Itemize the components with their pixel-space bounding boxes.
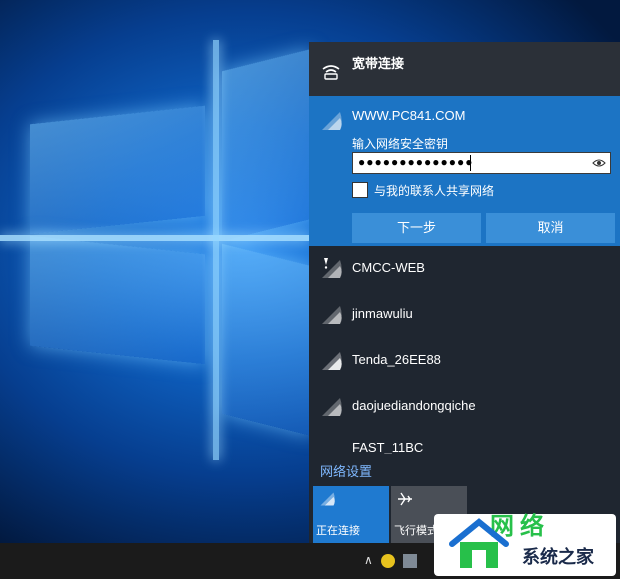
tile-label: 正在连接 xyxy=(316,525,360,537)
network-item-fast[interactable]: FAST_11BC xyxy=(309,430,620,454)
network-flyout: 宽带连接 WWW.PC841.COM 输入网络安全密钥 ●●●●●●●●●●●●… xyxy=(309,42,620,543)
logo-beam-vertical xyxy=(213,40,219,460)
share-label: 与我的联系人共享网络 xyxy=(374,184,495,198)
network-item-cmcc[interactable]: CMCC-WEB xyxy=(309,246,620,292)
logo-beam-horizontal xyxy=(0,235,310,241)
wifi-icon xyxy=(322,306,342,324)
dialup-icon xyxy=(322,65,340,80)
broadband-connection[interactable]: 宽带连接 xyxy=(309,42,620,96)
broadband-label: 宽带连接 xyxy=(352,56,405,71)
network-item-daojue[interactable]: daojuediandongqiche xyxy=(309,384,620,430)
tray-app-icon[interactable] xyxy=(381,554,395,568)
selected-network: WWW.PC841.COM 输入网络安全密钥 ●●●●●●●●●●●●●● 与我… xyxy=(309,96,620,246)
logo-pane-top-right xyxy=(222,48,312,242)
wifi-icon xyxy=(322,112,342,130)
network-item-tenda[interactable]: Tenda_26EE88 xyxy=(309,338,620,384)
logo-pane-bottom-left xyxy=(30,235,205,365)
network-settings-link[interactable]: 网络设置 xyxy=(320,461,372,480)
wifi-icon xyxy=(322,352,342,370)
watermark-brand: 系统之家 xyxy=(522,547,594,567)
tray-app-icon[interactable] xyxy=(403,554,417,568)
network-ssid: WWW.PC841.COM xyxy=(352,108,466,123)
wifi-icon xyxy=(322,398,342,416)
airplane-icon xyxy=(398,492,412,506)
cancel-button[interactable]: 取消 xyxy=(486,213,615,243)
password-mask: ●●●●●●●●●●●●●● xyxy=(358,155,474,169)
tray-chevron-icon[interactable]: ∧ xyxy=(364,553,373,567)
network-ssid: CMCC-WEB xyxy=(352,260,425,275)
logo-pane-bottom-right xyxy=(222,243,312,437)
security-key-prompt: 输入网络安全密钥 xyxy=(352,137,449,151)
network-ssid: Tenda_26EE88 xyxy=(352,352,441,367)
house-logo-icon xyxy=(449,518,509,568)
eye-icon[interactable] xyxy=(592,157,606,169)
network-ssid: daojuediandongqiche xyxy=(352,398,476,413)
wifi-secured-warning-icon xyxy=(322,258,342,278)
text-caret xyxy=(470,155,471,171)
logo-pane-top-left xyxy=(30,105,205,235)
network-ssid: jinmawuliu xyxy=(352,306,413,321)
network-ssid: FAST_11BC xyxy=(352,440,424,454)
wifi-quick-action-tile[interactable]: 正在连接 xyxy=(313,486,389,543)
network-item-jinmawuliu[interactable]: jinmawuliu xyxy=(309,292,620,338)
password-input[interactable]: ●●●●●●●●●●●●●● xyxy=(352,152,611,174)
site-watermark: 网络 系统之家 xyxy=(430,498,620,579)
next-button[interactable]: 下一步 xyxy=(352,213,481,243)
wifi-icon xyxy=(320,492,335,506)
share-checkbox[interactable] xyxy=(352,182,368,198)
